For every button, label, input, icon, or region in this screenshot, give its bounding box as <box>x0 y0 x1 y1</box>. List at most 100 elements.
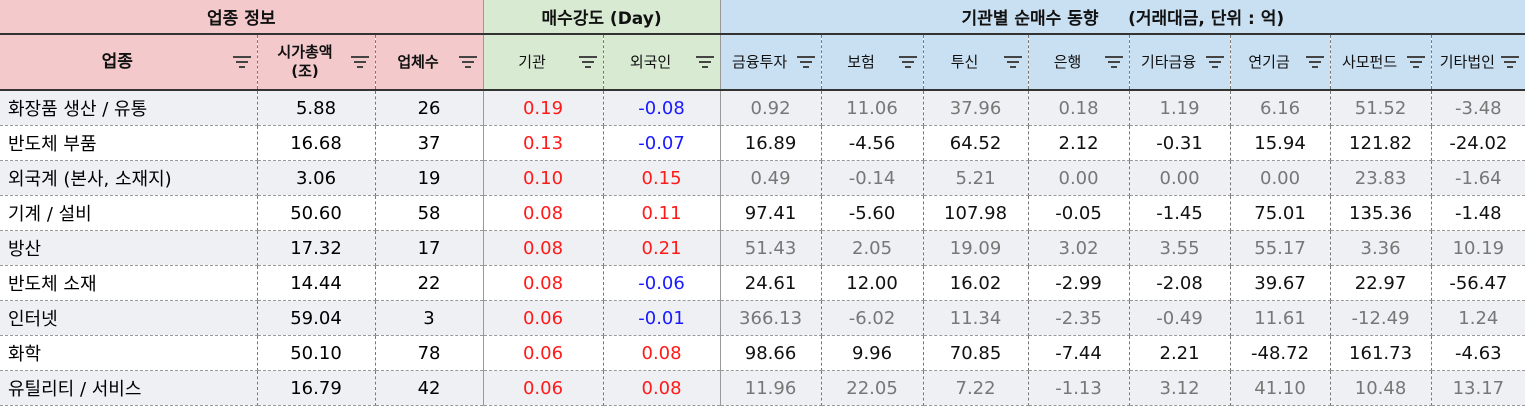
cell-sector: 반도체 부품 <box>0 125 258 161</box>
cell-sector: 방산 <box>0 230 258 266</box>
cell-insurance: 12.00 <box>821 265 924 301</box>
cell-market-cap: 50.10 <box>257 335 376 371</box>
cell-sector: 반도체 소재 <box>0 265 258 301</box>
filter-icon[interactable] <box>1205 56 1224 68</box>
cell-pension: 6.16 <box>1230 90 1331 126</box>
col-header-institution[interactable]: 기관 <box>483 34 604 91</box>
cell-private-fund: 23.83 <box>1330 160 1432 196</box>
col-header-pension[interactable]: 연기금 <box>1230 34 1331 91</box>
col-label-bank: 은행 <box>1053 52 1082 71</box>
cell-sector: 인터넷 <box>0 300 258 336</box>
cell-fin-invest: 98.66 <box>720 335 822 371</box>
cell-market-cap: 3.06 <box>257 160 376 196</box>
col-header-insurance[interactable]: 보험 <box>821 34 924 91</box>
cell-pension: 55.17 <box>1230 230 1331 266</box>
col-label-market-cap: 시가총액 <box>277 43 333 61</box>
cell-insurance: -6.02 <box>821 300 924 336</box>
cell-market-cap: 17.32 <box>257 230 376 266</box>
cell-market-cap: 50.60 <box>257 195 376 231</box>
column-header-row: 업종 시가총액 (조) 업체수 기관 외국인 금융투자 보험 투신 은행 기타금… <box>0 34 1525 91</box>
cell-trust: 16.02 <box>923 265 1029 301</box>
col-header-sector[interactable]: 업종 <box>0 34 258 91</box>
col-header-companies[interactable]: 업체수 <box>375 34 484 91</box>
col-label-trust: 투신 <box>950 52 979 71</box>
cell-pension: 75.01 <box>1230 195 1331 231</box>
col-header-private-fund[interactable]: 사모펀드 <box>1330 34 1432 91</box>
cell-foreigner: -0.06 <box>603 265 721 301</box>
cell-other-corp: 10.19 <box>1431 230 1525 266</box>
cell-fin-invest: 11.96 <box>720 370 822 406</box>
cell-bank: 0.18 <box>1028 90 1130 126</box>
cell-market-cap: 14.44 <box>257 265 376 301</box>
cell-sector: 외국계 (본사, 소재지) <box>0 160 258 196</box>
cell-trust: 19.09 <box>923 230 1029 266</box>
cell-companies: 19 <box>375 160 484 196</box>
filter-icon[interactable] <box>350 56 369 68</box>
cell-institution: 0.08 <box>483 230 604 266</box>
cell-insurance: 2.05 <box>821 230 924 266</box>
cell-private-fund: 161.73 <box>1330 335 1432 371</box>
group-institution-trend: 기관별 순매수 동향 (거래대금, 단위 : 억) <box>720 0 1525 35</box>
cell-market-cap: 16.79 <box>257 370 376 406</box>
cell-institution: 0.13 <box>483 125 604 161</box>
col-header-market-cap[interactable]: 시가총액 (조) <box>257 34 376 91</box>
cell-companies: 42 <box>375 370 484 406</box>
filter-icon[interactable] <box>695 56 714 68</box>
cell-market-cap: 59.04 <box>257 300 376 336</box>
cell-institution: 0.08 <box>483 265 604 301</box>
table-row: 유틸리티 / 서비스 16.79 42 0.06 0.08 11.96 22.05 7.22-… <box>0 370 1525 406</box>
col-header-foreigner[interactable]: 외국인 <box>603 34 721 91</box>
col-header-bank[interactable]: 은행 <box>1028 34 1130 91</box>
filter-icon[interactable] <box>578 56 597 68</box>
filter-icon[interactable] <box>898 56 917 68</box>
cell-trust: 70.85 <box>923 335 1029 371</box>
cell-pension: 11.61 <box>1230 300 1331 336</box>
cell-fin-invest: 16.89 <box>720 125 822 161</box>
cell-institution: 0.19 <box>483 90 604 126</box>
col-header-other-corp[interactable]: 기타법인 <box>1431 34 1525 91</box>
filter-icon[interactable] <box>1305 56 1324 68</box>
filter-icon[interactable] <box>1104 56 1123 68</box>
cell-sector: 화장품 생산 / 유통 <box>0 90 258 126</box>
cell-companies: 22 <box>375 265 484 301</box>
cell-bank: -7.44 <box>1028 335 1130 371</box>
table-row: 방산 17.32 17 0.08 0.21 51.43 2.05 19.09 3.02 3.55 5… <box>0 230 1525 266</box>
cell-pension: 41.10 <box>1230 370 1331 406</box>
cell-sector: 유틸리티 / 서비스 <box>0 370 258 406</box>
col-label-companies: 업체수 <box>397 52 439 71</box>
cell-fin-invest: 97.41 <box>720 195 822 231</box>
cell-sector: 기계 / 설비 <box>0 195 258 231</box>
filter-icon[interactable] <box>1501 56 1520 68</box>
cell-other-fin: 3.12 <box>1129 370 1231 406</box>
col-header-fin-invest[interactable]: 금융투자 <box>720 34 822 91</box>
filter-icon[interactable] <box>796 56 815 68</box>
cell-trust: 64.52 <box>923 125 1029 161</box>
table-row: 화학 50.10 78 0.06 0.08 98.66 9.96 70.85 -7.44 2.21… <box>0 335 1525 371</box>
cell-other-corp: 13.17 <box>1431 370 1525 406</box>
filter-icon[interactable] <box>458 56 477 68</box>
filter-icon[interactable] <box>232 56 251 68</box>
cell-foreigner: -0.01 <box>603 300 721 336</box>
cell-insurance: -4.56 <box>821 125 924 161</box>
cell-other-corp: -24.02 <box>1431 125 1525 161</box>
cell-pension: 15.94 <box>1230 125 1331 161</box>
filter-icon[interactable] <box>1406 56 1425 68</box>
col-label-private-fund: 사모펀드 <box>1341 52 1398 71</box>
cell-companies: 3 <box>375 300 484 336</box>
filter-icon[interactable] <box>1003 56 1022 68</box>
group-buying-power: 매수강도 (Day) <box>483 0 721 35</box>
cell-pension: 0.00 <box>1230 160 1331 196</box>
cell-institution: 0.06 <box>483 300 604 336</box>
cell-other-corp: -3.48 <box>1431 90 1525 126</box>
cell-other-fin: 0.00 <box>1129 160 1231 196</box>
col-header-trust[interactable]: 투신 <box>923 34 1029 91</box>
col-header-other-fin[interactable]: 기타금융 <box>1129 34 1231 91</box>
cell-other-fin: 3.55 <box>1129 230 1231 266</box>
table-row: 화장품 생산 / 유통 5.88 26 0.19 -0.08 0.92 11.06 37.96… <box>0 90 1525 126</box>
cell-sector: 화학 <box>0 335 258 371</box>
cell-companies: 17 <box>375 230 484 266</box>
cell-trust: 7.22 <box>923 370 1029 406</box>
cell-other-corp: -4.63 <box>1431 335 1525 371</box>
cell-institution: 0.08 <box>483 195 604 231</box>
cell-private-fund: 51.52 <box>1330 90 1432 126</box>
